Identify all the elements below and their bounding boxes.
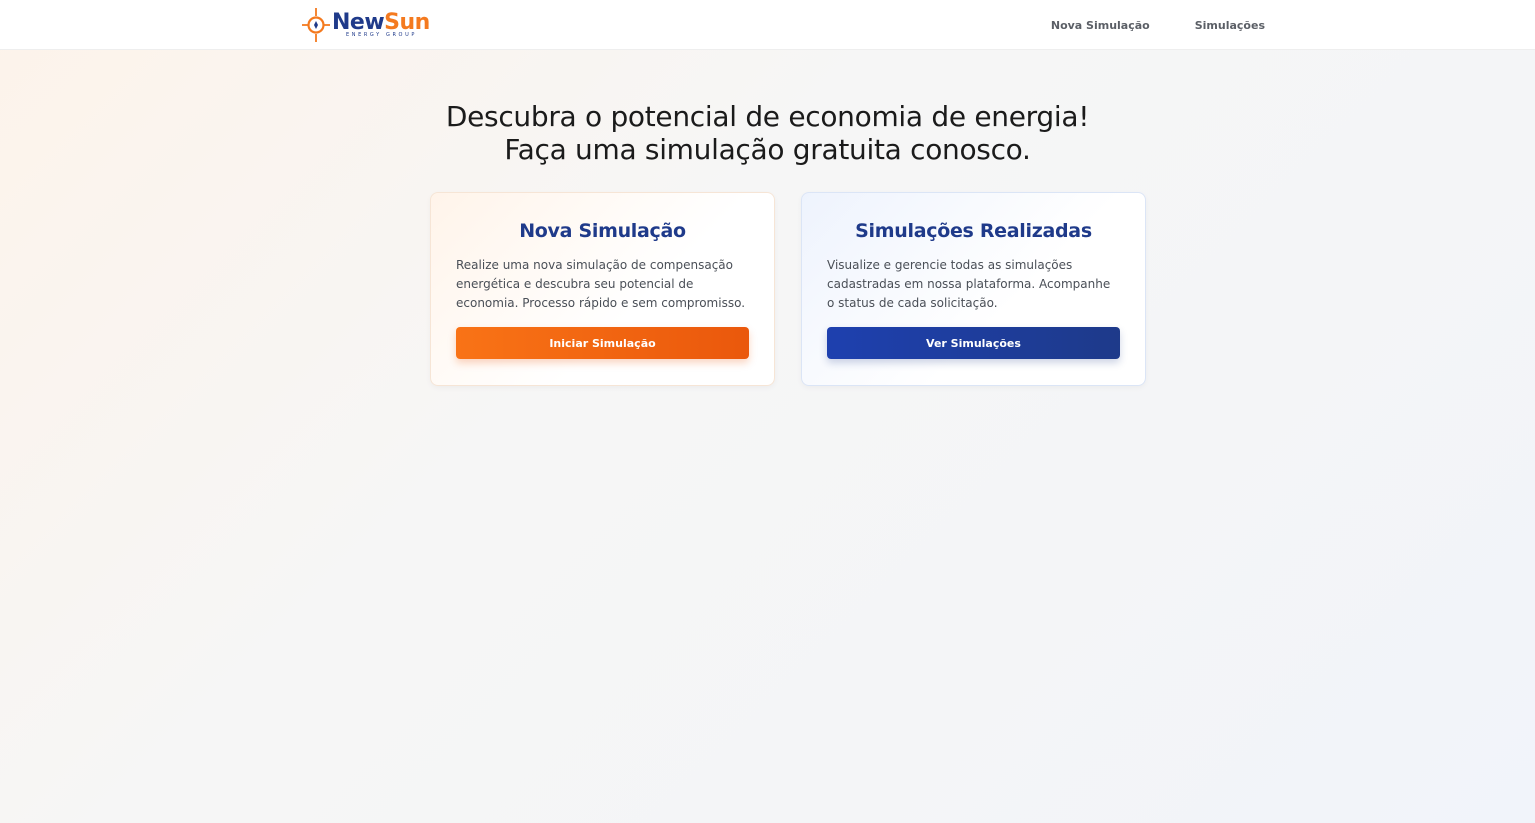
card-simulacoes-realizadas: Simulações Realizadas Visualize e gerenc… bbox=[801, 192, 1146, 386]
hero-line-1: Descubra o potencial de economia de ener… bbox=[445, 100, 1090, 133]
hero-line-2: Faça uma simulação gratuita conosco. bbox=[504, 133, 1031, 166]
card-description: Realize uma nova simulação de compensaçã… bbox=[456, 258, 746, 310]
hero-heading: Descubra o potencial de economia de ener… bbox=[0, 100, 1535, 166]
newsun-logo[interactable]: NewSun ENERGY GROUP bbox=[302, 7, 430, 43]
card-nova-simulacao: Nova Simulação Realize uma nova simulaçã… bbox=[430, 192, 775, 386]
top-header: NewSun ENERGY GROUP Nova Simulação Simul… bbox=[0, 0, 1535, 50]
card-title: Simulações Realizadas bbox=[855, 220, 1092, 242]
logo-subtitle: ENERGY GROUP bbox=[346, 32, 417, 38]
main-nav: Nova Simulação Simulações bbox=[1051, 0, 1265, 50]
card-title: Nova Simulação bbox=[519, 220, 686, 242]
sun-compass-icon bbox=[302, 8, 330, 42]
iniciar-simulacao-button[interactable]: Iniciar Simulação bbox=[456, 327, 749, 359]
nav-link-simulacoes[interactable]: Simulações bbox=[1195, 19, 1265, 32]
nav-link-nova-simulacao[interactable]: Nova Simulação bbox=[1051, 19, 1150, 32]
ver-simulacoes-button[interactable]: Ver Simulações bbox=[827, 327, 1120, 359]
card-description: Visualize e gerencie todas as simulações… bbox=[827, 258, 1111, 310]
